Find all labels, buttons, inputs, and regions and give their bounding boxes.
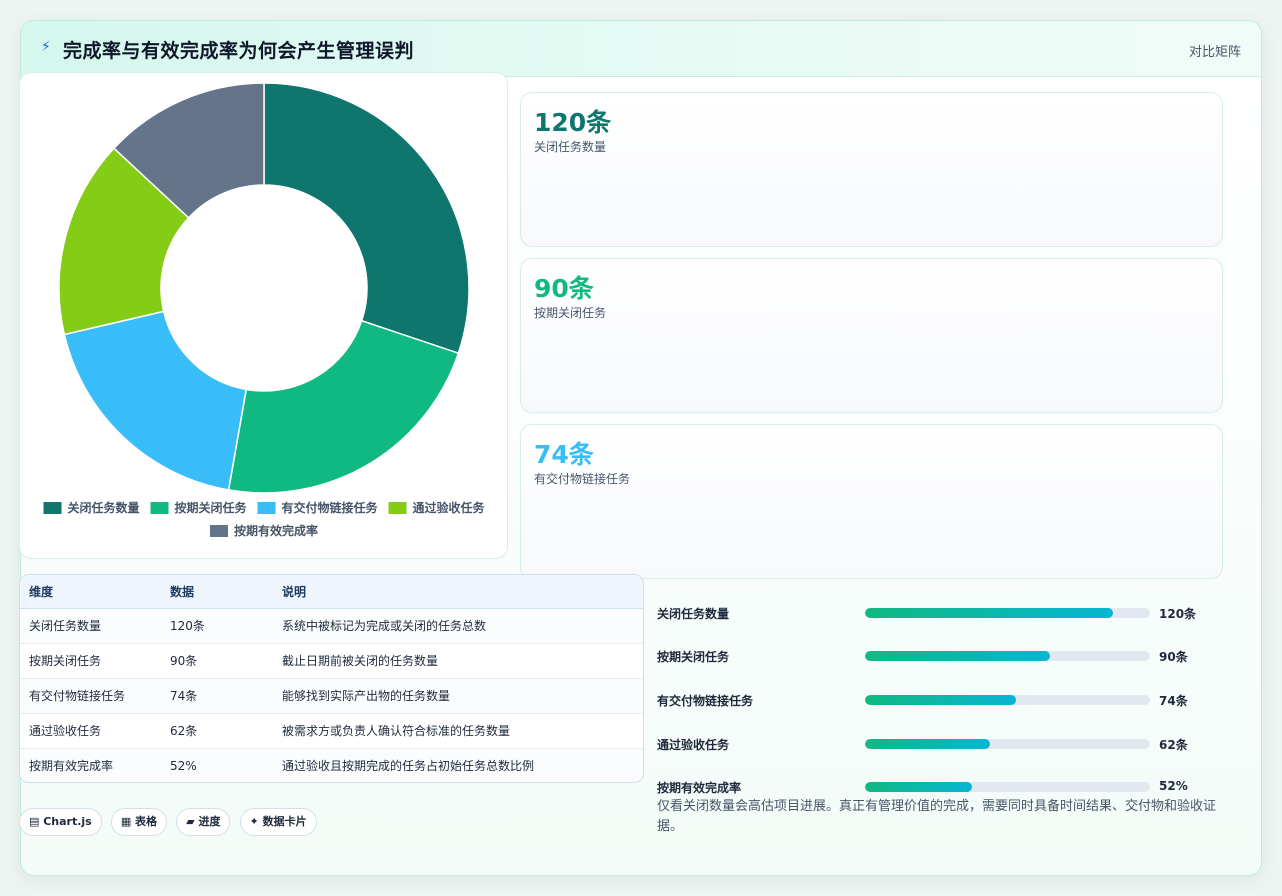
header: ⚡ 完成率与有效完成率为何会产生管理误判 对比矩阵 (21, 21, 1261, 77)
legend-swatch (150, 502, 169, 514)
table-row: 按期有效完成率 52% 通过验收且按期完成的任务占初始任务总数比例 (20, 748, 643, 782)
table-cell: 按期有效完成率 (29, 759, 114, 774)
table-cell: 有交付物链接任务 (20, 678, 170, 714)
progress-track (865, 739, 1150, 749)
donut-slice-1[interactable] (227, 319, 460, 494)
tech-chips: ▤ Chart.js ▦ 表格 ▰ 进度 ✦ 数据卡片 (19, 808, 321, 836)
progress-fill (865, 651, 1051, 661)
progress-value: 52% (1159, 779, 1188, 793)
table-cell: 120条 (170, 608, 282, 644)
legend-label[interactable]: 关闭任务数量 (67, 500, 139, 515)
table-cell: 截止日期前被关闭的任务数量 (282, 643, 643, 679)
table-cell: 能够找到实际产出物的任务数量 (282, 678, 643, 714)
table-header: 说明 (282, 575, 643, 609)
progress-track (865, 695, 1150, 705)
progress-fill (865, 608, 1113, 618)
progress-label: 按期关闭任务 (657, 650, 730, 664)
table-cell: 62条 (170, 713, 282, 749)
lightning-icon: ⚡ (41, 39, 51, 55)
progress-fill (865, 739, 991, 749)
progress-row-effective-rate: 按期有效完成率 52% (657, 777, 1227, 797)
progress-label: 有交付物链接任务 (657, 694, 754, 708)
legend-swatch (257, 502, 276, 514)
legend-swatch (209, 525, 228, 537)
stat-label: 按期关闭任务 (534, 306, 607, 320)
table-cell: 通过验收且按期完成的任务占初始任务总数比例 (282, 759, 535, 774)
stat-label: 关闭任务数量 (534, 140, 607, 154)
table-header-row: 维度 数据 说明 (20, 575, 643, 609)
progress-fill (865, 782, 972, 792)
progress-row-deliverable: 有交付物链接任务 74条 (657, 690, 1227, 710)
data-table: 维度 数据 说明 关闭任务数量 120条 系统中被标记为完成或关闭的任务总数 按… (19, 574, 644, 783)
donut-slice-2[interactable] (63, 310, 248, 491)
compare-matrix-button[interactable]: 对比矩阵 (1189, 41, 1241, 60)
table-header: 数据 (170, 575, 282, 609)
progress-value: 62条 (1159, 738, 1188, 752)
table-cell: 74条 (170, 678, 282, 714)
legend-label[interactable]: 按期有效完成率 (234, 523, 318, 538)
progress-label: 通过验收任务 (657, 738, 730, 752)
chip-data-card[interactable]: ✦ 数据卡片 (239, 808, 317, 836)
table-row: 关闭任务数量 120条 系统中被标记为完成或关闭的任务总数 (20, 608, 643, 644)
chip-progress[interactable]: ▰ 进度 (176, 808, 231, 836)
donut-slice-0[interactable] (263, 82, 470, 355)
progress-track (865, 651, 1150, 661)
stat-card-closed: 120条 关闭任务数量 (520, 92, 1223, 247)
chip-table[interactable]: ▦ 表格 (110, 808, 168, 836)
progress-row-closed: 关闭任务数量 120条 (657, 603, 1227, 623)
legend-label[interactable]: 按期关闭任务 (174, 500, 247, 515)
donut-chart-panel: 关闭任务数量 按期关闭任务 有交付物链接任务 通过验收任务按期有效完成率 (19, 72, 508, 559)
progress-track (865, 608, 1150, 618)
progress-row-ontime: 按期关闭任务 90条 (657, 646, 1227, 666)
table-cell: 52% (170, 758, 197, 773)
stat-value: 74条 (534, 440, 594, 469)
progress-track (865, 782, 1150, 792)
stat-card-ontime: 90条 按期关闭任务 (520, 258, 1223, 413)
table-cell: 被需求方或负责人确认符合标准的任务数量 (282, 713, 643, 749)
table-cell: 按期关闭任务 (20, 643, 170, 679)
progress-label: 关闭任务数量 (657, 607, 730, 621)
progress-row-accepted: 通过验收任务 62条 (657, 734, 1227, 754)
donut-chart: 关闭任务数量 按期关闭任务 有交付物链接任务 通过验收任务按期有效完成率 (43, 82, 486, 538)
table-cell: 系统中被标记为完成或关闭的任务总数 (282, 608, 643, 644)
table-header: 维度 (20, 575, 170, 609)
progress-value: 120条 (1159, 607, 1197, 621)
table-cell: 关闭任务数量 (20, 608, 170, 644)
table-row: 有交付物链接任务 74条 能够找到实际产出物的任务数量 (20, 678, 643, 714)
page-title: 完成率与有效完成率为何会产生管理误判 (63, 40, 415, 62)
chip-chartjs[interactable]: ▤ Chart.js (19, 808, 102, 836)
stat-value: 90条 (534, 274, 594, 303)
stat-value: 120条 (534, 108, 612, 137)
legend-swatch (43, 502, 62, 514)
progress-value: 74条 (1159, 694, 1188, 708)
legend-label[interactable]: 有交付物链接任务 (281, 500, 378, 515)
progress-value: 90条 (1159, 650, 1188, 664)
table-row: 通过验收任务 62条 被需求方或负责人确认符合标准的任务数量 (20, 713, 643, 749)
legend-swatch (388, 502, 407, 514)
stat-card-deliverable: 74条 有交付物链接任务 (520, 424, 1223, 579)
legend-label[interactable]: 通过验收任务 (413, 500, 486, 515)
table-cell: 通过验收任务 (20, 713, 170, 749)
progress-label: 按期有效完成率 (657, 781, 742, 795)
stat-label: 有交付物链接任务 (534, 472, 631, 486)
summary-note: 仅看关闭数量会高估项目进展。真正有管理价值的完成，需要同时具备时间结果、交付物和… (657, 799, 1217, 834)
table-cell: 90条 (170, 643, 282, 679)
progress-fill (865, 695, 1017, 705)
table-row: 按期关闭任务 90条 截止日期前被关闭的任务数量 (20, 643, 643, 679)
